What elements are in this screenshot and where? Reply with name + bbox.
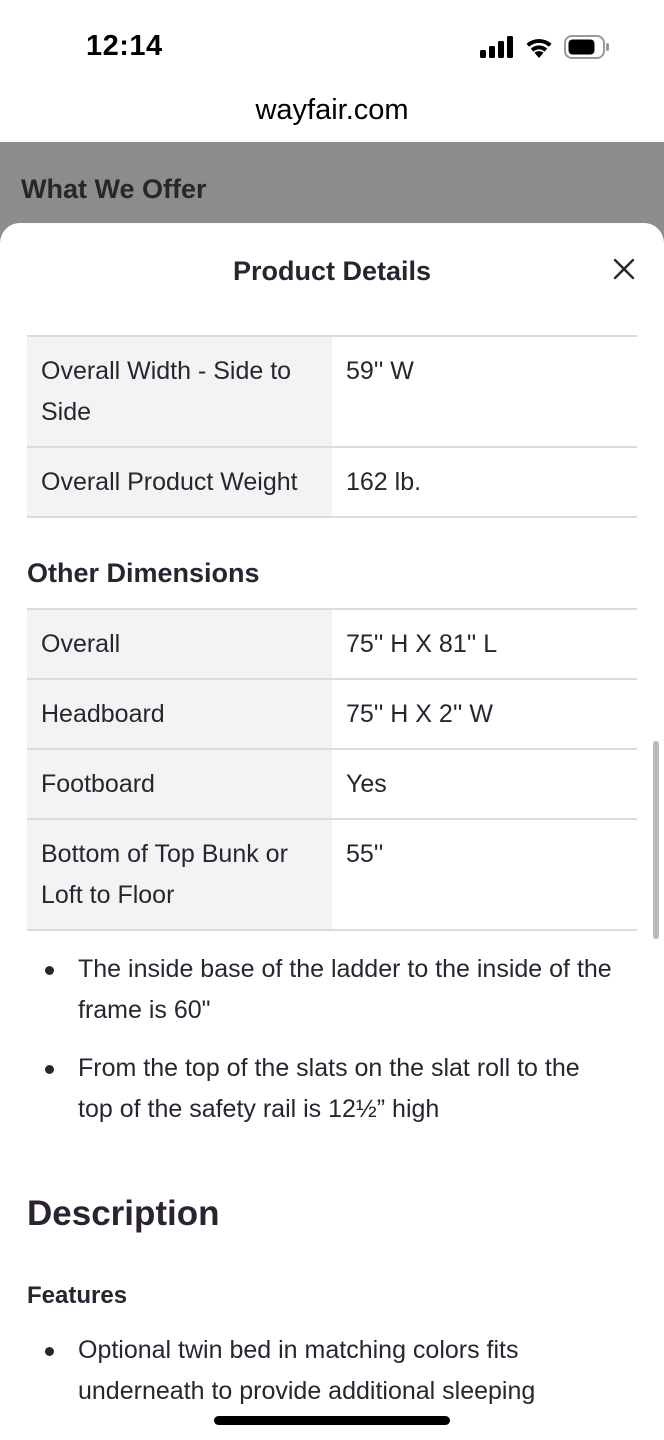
- spec-label: Overall Product Weight: [27, 448, 332, 516]
- url-bar[interactable]: wayfair.com: [0, 90, 664, 142]
- spec-label: Headboard: [27, 680, 332, 748]
- list-item: From the top of the slats on the slat ro…: [45, 1048, 618, 1130]
- spec-label: Bottom of Top Bunk or Loft to Floor: [27, 820, 332, 929]
- close-button[interactable]: [608, 255, 640, 287]
- notes-list: The inside base of the ladder to the ins…: [0, 949, 664, 1130]
- table-row: Overall 75'' H X 81'' L: [27, 610, 637, 680]
- spec-value: 55'': [346, 840, 384, 868]
- close-icon: [613, 258, 635, 285]
- background-section-title: What We Offer: [21, 174, 207, 204]
- table-row: Overall Product Weight 162 lb.: [27, 448, 637, 518]
- feature-text: Optional twin bed in matching colors fit…: [78, 1336, 536, 1405]
- spec-value: 162 lb.: [346, 468, 422, 496]
- product-details-sheet: Product Details Overall Width - Side to …: [0, 223, 664, 1440]
- note-text: The inside base of the ladder to the ins…: [78, 955, 612, 1024]
- features-heading: Features: [27, 1282, 128, 1309]
- spec-label: Overall: [27, 610, 332, 678]
- table-row: Bottom of Top Bunk or Loft to Floor 55'': [27, 820, 637, 931]
- list-item: Optional twin bed in matching colors fit…: [45, 1330, 618, 1412]
- spec-label: Overall Width - Side to Side: [27, 337, 332, 446]
- spec-value: 59'' W: [346, 357, 414, 385]
- sheet-header: Product Details: [0, 223, 664, 335]
- spec-value: 75'' H X 81'' L: [346, 630, 498, 658]
- status-icons: [480, 34, 610, 64]
- spec-value: Yes: [346, 770, 387, 798]
- other-dimensions-heading: Other Dimensions: [27, 558, 260, 588]
- note-text: From the top of the slats on the slat ro…: [78, 1054, 580, 1123]
- bullet-icon: [45, 1347, 54, 1356]
- cellular-signal-icon: [480, 35, 514, 63]
- bullet-icon: [45, 1065, 54, 1074]
- spec-value: 75'' H X 2'' W: [346, 700, 493, 728]
- other-dimensions-table: Overall 75'' H X 81'' L Headboard 75'' H…: [27, 608, 637, 931]
- home-indicator[interactable]: [214, 1416, 450, 1425]
- table-row: Footboard Yes: [27, 750, 637, 820]
- spec-label: Footboard: [27, 750, 332, 818]
- table-row: Overall Width - Side to Side 59'' W: [27, 337, 637, 448]
- sheet-title: Product Details: [232, 256, 432, 286]
- scrollbar[interactable]: [653, 741, 659, 939]
- dimensions-table: Overall Width - Side to Side 59'' W Over…: [27, 335, 637, 518]
- features-list: Optional twin bed in matching colors fit…: [0, 1330, 664, 1412]
- description-heading: Description: [27, 1194, 220, 1233]
- sheet-content: Overall Width - Side to Side 59'' W Over…: [0, 335, 664, 1429]
- battery-icon: [564, 34, 610, 64]
- bullet-icon: [45, 966, 54, 975]
- table-row: Headboard 75'' H X 2'' W: [27, 680, 637, 750]
- list-item: The inside base of the ladder to the ins…: [45, 949, 618, 1031]
- status-time: 12:14: [86, 30, 163, 62]
- wifi-icon: [524, 36, 554, 63]
- status-bar: 12:14: [0, 0, 664, 90]
